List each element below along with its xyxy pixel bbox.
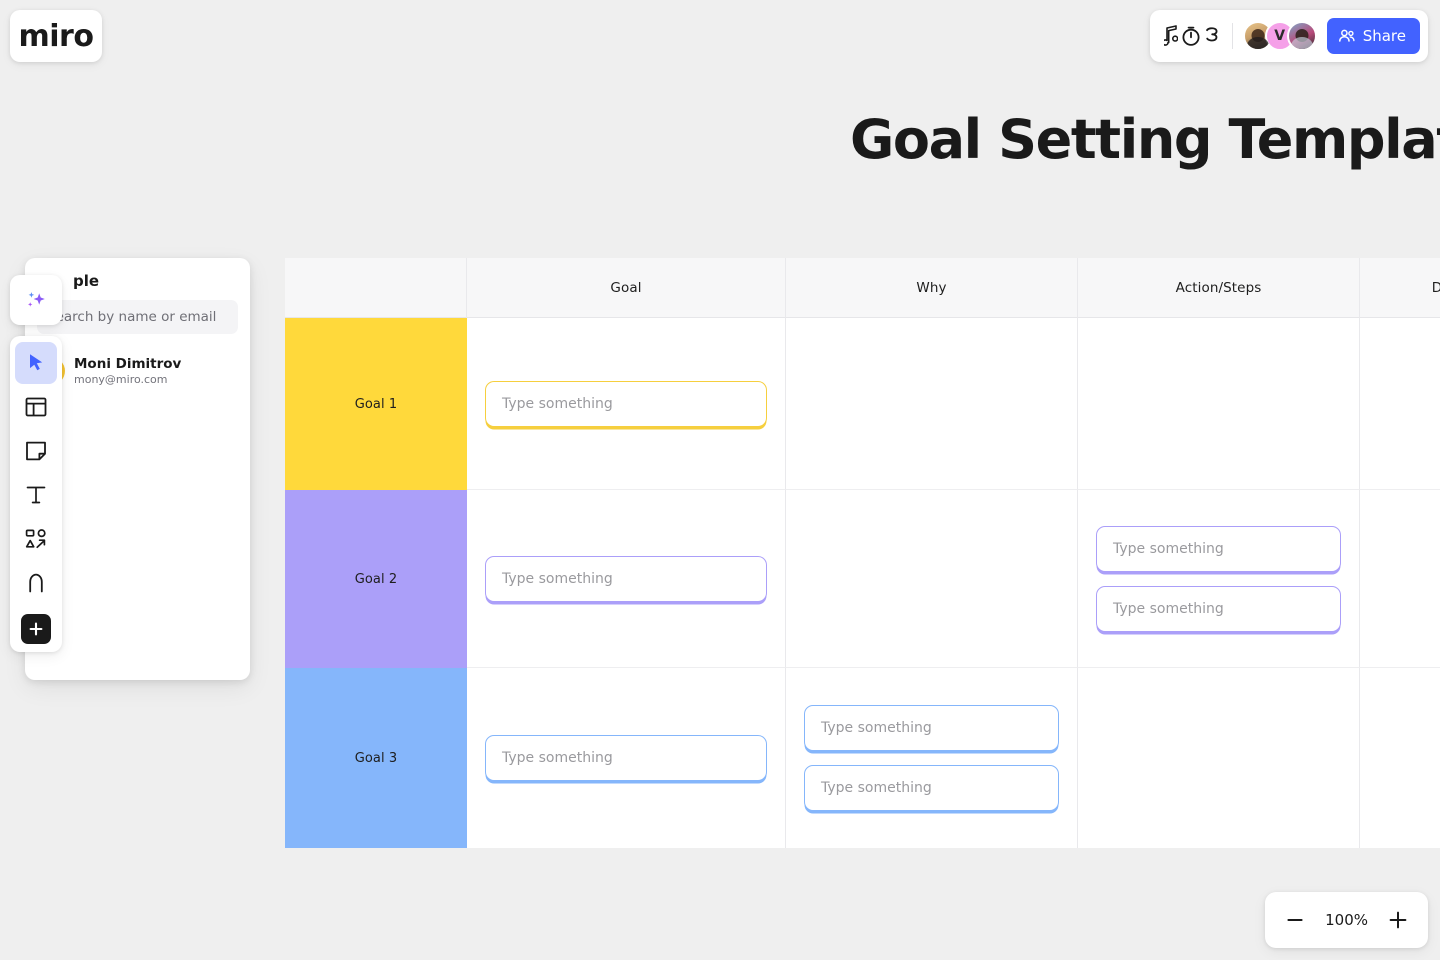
page-title: Goal Setting Template — [850, 108, 1440, 171]
more-apps-tool[interactable] — [21, 614, 51, 644]
note-input[interactable]: Type something — [804, 705, 1059, 751]
template-tool[interactable] — [15, 386, 57, 428]
avatar-initial: V — [1274, 28, 1286, 44]
cell-goal-row-3[interactable]: Type something — [467, 668, 786, 848]
zoom-level-label: 100% — [1325, 911, 1368, 929]
note-input[interactable]: Type something — [804, 765, 1059, 811]
miro-logo-button[interactable]: miro — [10, 10, 102, 62]
shapes-tool[interactable] — [15, 518, 57, 560]
frame-icon — [25, 397, 47, 417]
person-email: mony@miro.com — [74, 372, 168, 386]
goal-label-cell[interactable]: Goal 2 — [285, 490, 467, 668]
people-icon — [1338, 29, 1355, 42]
people-search-input[interactable] — [37, 300, 238, 334]
text-tool[interactable] — [15, 474, 57, 516]
zoom-control: 100% — [1265, 892, 1428, 948]
miro-logo-text: miro — [18, 18, 94, 54]
topbar-right-panel: V Share — [1149, 10, 1428, 62]
goal-label-cell[interactable]: Goal 3 — [285, 668, 467, 848]
plus-icon — [29, 622, 43, 636]
comment-icon[interactable] — [1204, 25, 1222, 47]
zoom-in-button[interactable] — [1384, 906, 1412, 934]
cell-goal-row-1[interactable]: Type something — [467, 318, 786, 490]
shapes-icon — [25, 529, 46, 549]
sticky-note-icon — [26, 441, 46, 461]
sticky-note-tool[interactable] — [15, 430, 57, 472]
share-button-label: Share — [1362, 27, 1406, 45]
plus-icon — [1389, 911, 1407, 929]
pen-icon — [29, 573, 43, 593]
text-t-icon — [26, 486, 46, 504]
goal-label-cell[interactable]: Goal 1 — [285, 318, 467, 490]
cell-why-row-3[interactable]: Type something Type something — [786, 668, 1078, 848]
music-note-icon[interactable] — [1163, 25, 1178, 47]
person-name: Moni Dimitrov — [74, 356, 182, 372]
cell-deadline-row-3[interactable] — [1360, 668, 1440, 848]
avatar[interactable] — [1286, 21, 1317, 51]
cell-why-row-1[interactable] — [786, 318, 1078, 490]
cursor-icon — [30, 354, 43, 371]
table-header-D: D — [1360, 258, 1440, 318]
people-panel-title: ple — [73, 272, 100, 290]
list-item[interactable]: Moni Dimitrov mony@miro.com — [37, 356, 238, 387]
note-input[interactable]: Type something — [485, 380, 767, 427]
sparkle-icon — [28, 292, 45, 307]
table-header-Why: Why — [786, 258, 1078, 318]
avatar[interactable] — [1242, 21, 1273, 51]
note-input[interactable]: Type something — [1096, 525, 1341, 572]
select-tool[interactable] — [15, 342, 57, 384]
cell-action-steps-row-2[interactable]: Type something Type something — [1078, 490, 1360, 668]
topbar-icon-group[interactable] — [1163, 25, 1222, 47]
table-header-Action/Steps: Action/Steps — [1078, 258, 1360, 318]
cell-deadline-row-1[interactable] — [1360, 318, 1440, 490]
ai-sparkle-button[interactable] — [10, 275, 62, 325]
share-button[interactable]: Share — [1326, 18, 1420, 54]
timer-icon[interactable] — [1180, 25, 1202, 47]
note-input[interactable]: Type something — [1096, 585, 1341, 632]
cell-deadline-row-2[interactable] — [1360, 490, 1440, 668]
cell-goal-row-2[interactable]: Type something — [467, 490, 786, 668]
note-input[interactable]: Type something — [485, 555, 767, 602]
pen-tool[interactable] — [15, 562, 57, 604]
topbar-divider — [1231, 23, 1233, 49]
left-toolbar — [10, 336, 62, 652]
note-input[interactable]: Type something — [485, 735, 767, 781]
cell-action-steps-row-3[interactable] — [1078, 668, 1360, 848]
table-header-Goal: Goal — [467, 258, 786, 318]
goal-setting-table: Goal Why Action/Steps D Goal 1 Type something… — [285, 258, 1440, 848]
table-header-blank — [285, 258, 467, 318]
cell-action-steps-row-1[interactable] — [1078, 318, 1360, 490]
zoom-out-button[interactable] — [1281, 906, 1309, 934]
cell-why-row-2[interactable] — [786, 490, 1078, 668]
minus-icon — [1287, 919, 1303, 921]
collaborator-avatars: V — [1242, 21, 1317, 51]
board-canvas[interactable]: Goal Setting Template Goal Why Action/Step… — [0, 0, 1440, 960]
